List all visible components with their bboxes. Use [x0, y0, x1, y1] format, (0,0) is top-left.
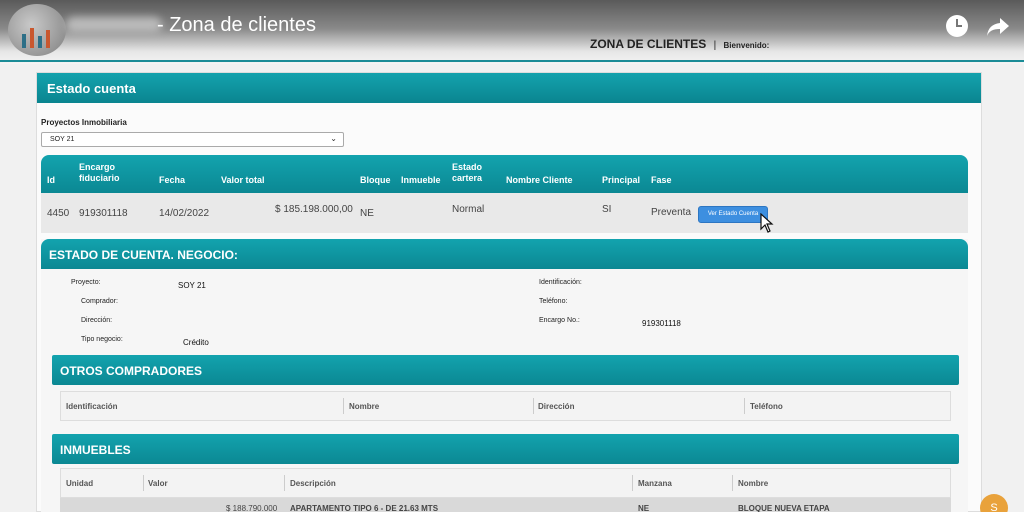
cell-fase: Preventa	[651, 207, 692, 218]
label-tipo-negocio: Tipo negocio:	[81, 336, 123, 343]
value-proyecto: SOY 21	[178, 281, 206, 290]
chevron-down-icon: ⌄	[330, 134, 337, 143]
col-direccion: Dirección	[538, 402, 575, 411]
estado-cuenta-card: Estado cuenta Proyectos Inmobiliaria SOY…	[36, 72, 982, 512]
col-manzana: Manzana	[638, 479, 672, 488]
projects-label: Proyectos Inmobiliaria	[41, 118, 127, 127]
col-descripcion: Descripción	[290, 479, 336, 488]
video-title[interactable]: - Zona de clientes	[157, 14, 316, 37]
cell-valor-inmueble: $ 188.790.000	[226, 504, 278, 512]
col-identificacion: Identificación	[66, 402, 118, 411]
inmuebles-section: INMUEBLES Unidad Valor Descripción Manza…	[52, 434, 959, 512]
col-fase: Fase	[651, 175, 672, 185]
cell-valor: $ 185.198.000,00	[275, 204, 353, 215]
header-separator: |	[713, 40, 717, 51]
col-nombre-inmueble: Nombre	[738, 479, 769, 488]
cell-principal: SI	[602, 204, 612, 215]
col-principal: Principal	[602, 175, 641, 185]
label-identificacion: Identificación:	[539, 279, 582, 286]
project-select-value: SOY 21	[50, 136, 75, 143]
cell-descripcion: APARTAMENTO TIPO 6 - DE 21.63 MTS	[290, 504, 439, 512]
cell-nombre-inmueble: BLOQUE NUEVA ETAPA	[738, 504, 830, 512]
col-nombre: Nombre	[349, 402, 380, 411]
cell-id: 4450	[47, 208, 70, 219]
label-encargo: Encargo No.:	[539, 317, 580, 324]
results-table: Id Encargo fiduciario Fecha Valor total …	[41, 155, 968, 233]
inmuebles-header: Unidad Valor Descripción Manzana Nombre	[60, 468, 951, 498]
otros-compradores-section: OTROS COMPRADORES Identificación Nombre …	[52, 355, 959, 421]
cell-bloque: NE	[360, 208, 374, 219]
mouse-cursor-icon	[760, 213, 774, 233]
value-tipo-negocio: Crédito	[183, 338, 209, 347]
results-table-header: Id Encargo fiduciario Fecha Valor total …	[41, 155, 968, 193]
col-nombre: Nombre Cliente	[506, 175, 573, 185]
estado-title: ESTADO DE CUENTA. NEGOCIO:	[41, 239, 968, 269]
col-bloque: Bloque	[360, 175, 391, 185]
estado-negocio-section: ESTADO DE CUENTA. NEGOCIO: Proyecto: SOY…	[41, 239, 968, 512]
ver-estado-cuenta-button[interactable]: Ver Estado Cuenta	[698, 206, 768, 223]
header-divider	[0, 60, 1024, 62]
welcome-text: Bienvenido:	[723, 41, 770, 50]
video-overlay-bar: - Zona de clientes ZONA DE CLIENTES | Bi…	[0, 0, 1024, 64]
col-inmueble: Inmueble	[401, 175, 441, 185]
col-valor: Valor total	[221, 175, 265, 185]
table-row[interactable]: 4450 919301118 14/02/2022 $ 185.198.000,…	[41, 193, 968, 233]
site-header: ZONA DE CLIENTES | Bienvenido:	[590, 37, 769, 51]
col-unidad: Unidad	[66, 479, 94, 488]
label-comprador: Comprador:	[81, 298, 118, 305]
section-title: ZONA DE CLIENTES	[590, 37, 707, 51]
col-fecha: Fecha	[159, 175, 186, 185]
col-id: Id	[47, 175, 55, 185]
inmuebles-title: INMUEBLES	[52, 434, 959, 464]
otros-compradores-header: Identificación Nombre Dirección Teléfono	[60, 391, 951, 421]
watch-later-icon[interactable]	[946, 15, 968, 37]
card-title: Estado cuenta	[37, 73, 981, 103]
table-row[interactable]: $ 188.790.000 APARTAMENTO TIPO 6 - DE 21…	[60, 498, 951, 512]
label-direccion: Dirección:	[81, 317, 113, 324]
cell-estado: Normal	[452, 204, 485, 215]
value-encargo: 919301118	[642, 319, 681, 328]
col-estado: Estado cartera	[452, 162, 483, 183]
col-valor-inmueble: Valor	[148, 479, 168, 488]
cell-manzana: NE	[638, 504, 650, 512]
col-telefono: Teléfono	[750, 402, 783, 411]
cell-encargo: 919301118	[79, 208, 128, 219]
channel-logo[interactable]	[8, 4, 66, 56]
label-telefono: Teléfono:	[539, 298, 568, 305]
blurred-channel-name	[66, 17, 162, 33]
share-icon[interactable]	[986, 16, 1010, 38]
otros-compradores-title: OTROS COMPRADORES	[52, 355, 959, 385]
label-proyecto: Proyecto:	[71, 279, 101, 286]
project-select[interactable]: SOY 21 ⌄	[41, 132, 344, 147]
chat-badge[interactable]: S	[980, 494, 1008, 512]
cell-fecha: 14/02/2022	[159, 208, 210, 219]
col-encargo: Encargo fiduciario	[79, 162, 120, 183]
